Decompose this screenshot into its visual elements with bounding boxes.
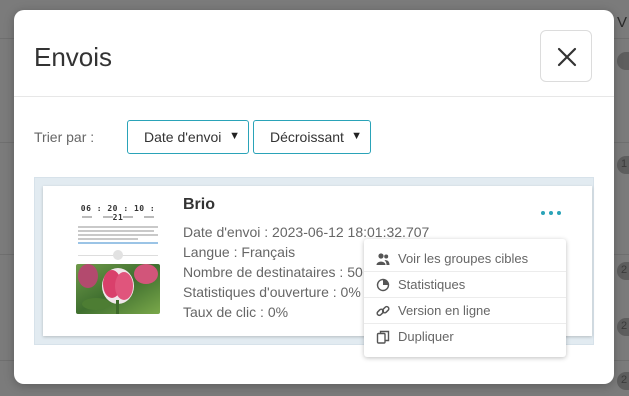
mailing-name: Brio xyxy=(183,196,215,213)
pie-chart-icon xyxy=(376,278,390,292)
sort-field-select[interactable]: Date d'envoi ▼ xyxy=(127,120,249,154)
menu-item-online-version[interactable]: Version en ligne xyxy=(364,298,566,324)
background-row-badge: 2 xyxy=(617,262,629,280)
menu-item-target-groups[interactable]: Voir les groupes cibles xyxy=(364,246,566,272)
sort-field-value: Date d'envoi xyxy=(144,129,222,145)
modal-title: Envois xyxy=(34,42,113,72)
background-row-badge xyxy=(617,52,629,70)
close-icon xyxy=(557,47,577,67)
background-row-badge: 1 xyxy=(617,156,629,174)
copy-icon xyxy=(376,330,390,344)
menu-item-duplicate[interactable]: Dupliquer xyxy=(364,324,566,350)
link-icon xyxy=(376,305,390,317)
modal-header: Envois xyxy=(14,10,614,97)
menu-item-statistics[interactable]: Statistiques xyxy=(364,272,566,298)
menu-item-label: Version en ligne xyxy=(398,303,491,318)
background-row-badge: 2 xyxy=(617,318,629,336)
countdown-labels xyxy=(82,216,154,219)
sort-label: Trier par : xyxy=(34,129,95,145)
users-icon xyxy=(376,253,390,265)
actions-menu: Voir les groupes cibles Statistiques Ver… xyxy=(364,239,566,357)
menu-item-label: Statistiques xyxy=(398,277,466,292)
close-button[interactable] xyxy=(540,30,592,82)
envois-modal: Envois Trier par : Date d'envoi ▼ Décroi… xyxy=(14,10,614,384)
menu-item-label: Dupliquer xyxy=(398,329,454,344)
caret-down-icon: ▼ xyxy=(351,130,362,142)
sort-order-value: Décroissant xyxy=(270,129,344,145)
more-options-button[interactable] xyxy=(537,206,567,220)
sort-order-select[interactable]: Décroissant ▼ xyxy=(253,120,371,154)
mailing-thumbnail[interactable]: 06 : 20 : 10 : 21 xyxy=(76,200,160,314)
caret-down-icon: ▼ xyxy=(229,130,240,142)
background-row-badge: 2 xyxy=(617,372,629,390)
background-header-letter: V xyxy=(616,14,627,31)
menu-item-label: Voir les groupes cibles xyxy=(398,251,529,266)
countdown-timer: 06 : 20 : 10 : 21 xyxy=(80,204,156,222)
tulip-image xyxy=(76,264,160,314)
